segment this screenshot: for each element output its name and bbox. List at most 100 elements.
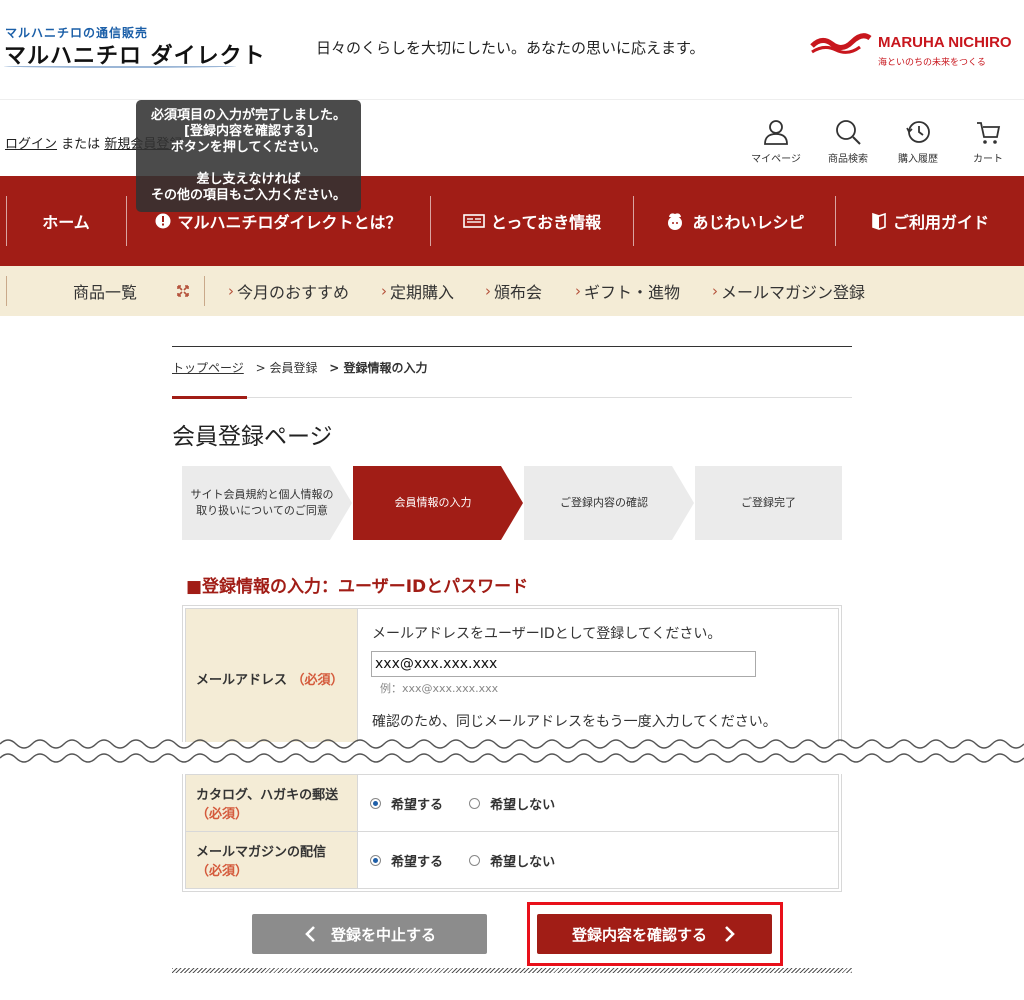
- radio-label: 希望しない: [490, 854, 556, 870]
- email-label: メールアドレス: [196, 673, 288, 688]
- nav-recipes-label: あじわいレシピ: [692, 213, 805, 232]
- catalog-yes-radio[interactable]: 希望する: [370, 794, 443, 813]
- step-text: ご登録完了: [741, 496, 796, 509]
- breadcrumb-rule: [172, 397, 852, 398]
- subnav-divider: [204, 276, 205, 306]
- subnav-products-label: 商品一覧: [73, 283, 138, 302]
- cancel-registration-button[interactable]: 登録を中止する: [252, 914, 487, 954]
- or-text: または: [61, 137, 101, 152]
- search-button[interactable]: 商品検索: [818, 118, 878, 165]
- tooltip-line: 必須項目の入力が完了しました。: [150, 108, 346, 123]
- breadcrumb: トップページ > 会員登録 > 登録情報の入力: [172, 359, 428, 376]
- mailmag-label: メールマガジンの配信: [196, 845, 327, 860]
- exclamation-icon: [155, 213, 171, 229]
- nav-home[interactable]: ホーム: [6, 176, 126, 266]
- mailmag-row: メールマガジンの配信 （必須） 希望する 希望しない: [185, 831, 839, 889]
- breadcrumb-current: > 登録情報の入力: [329, 361, 428, 375]
- subnav-divider: [6, 276, 7, 306]
- newspaper-icon: [463, 214, 485, 228]
- subnav-gift[interactable]: › ギフト・進物: [575, 266, 680, 316]
- catalog-options: 希望する 希望しない: [357, 774, 839, 832]
- chevron-right-icon: ›: [712, 282, 718, 300]
- chevron-right-icon: ›: [228, 282, 234, 300]
- site-header: マルハニチロの通信販売 マルハニチロ ダイレクト 日々のくらしを大切にしたい。あ…: [0, 0, 1024, 100]
- section-heading: ■登録情報の入力：ユーザーIDとパスワード: [186, 577, 529, 597]
- page-title: 会員登録ページ: [172, 424, 333, 450]
- subnav-monthly[interactable]: › 今月のおすすめ: [228, 266, 349, 316]
- expand-icon[interactable]: [176, 266, 190, 316]
- cart-icon: [977, 122, 1001, 144]
- step-text: 取り扱いについてのご同意: [196, 504, 328, 517]
- catalog-no-radio[interactable]: 希望しない: [469, 794, 555, 813]
- chevron-right-icon: ›: [575, 282, 581, 300]
- history-button[interactable]: 購入履歴: [888, 118, 948, 165]
- footer-rule: [172, 968, 852, 973]
- search-label: 商品検索: [828, 154, 868, 165]
- catalog-row: カタログ、ハガキの郵送 （必須） 希望する 希望しない: [185, 774, 839, 832]
- confirm-registration-button[interactable]: 登録内容を確認する: [537, 914, 772, 954]
- tooltip-line: ボタンを押してください。: [170, 140, 327, 155]
- mailmag-label-cell: メールマガジンの配信 （必須）: [185, 831, 358, 889]
- chevron-left-icon: [305, 926, 315, 942]
- tooltip-spacer: [136, 156, 361, 172]
- content-top-rule: [172, 346, 852, 347]
- email-input[interactable]: [371, 651, 756, 677]
- subnav-newsletter[interactable]: › メールマガジン登録: [712, 266, 865, 316]
- breadcrumb-top-link[interactable]: トップページ: [172, 361, 244, 375]
- mailmag-yes-radio[interactable]: 希望する: [370, 851, 443, 870]
- required-badge: （必須）: [196, 807, 249, 822]
- step-agreement: サイト会員規約と個人情報の 取り扱いについてのご同意: [182, 466, 342, 540]
- brand-slogan: 海といのちの未来をつくる: [878, 58, 986, 68]
- login-link[interactable]: ログイン: [5, 137, 57, 152]
- catalog-label-cell: カタログ、ハガキの郵送 （必須）: [185, 774, 358, 832]
- mailmag-no-radio[interactable]: 希望しない: [469, 851, 555, 870]
- cancel-label: 登録を中止する: [330, 925, 436, 944]
- nav-recipes[interactable]: あじわいレシピ: [634, 176, 835, 266]
- nav-guide[interactable]: ご利用ガイド: [836, 176, 1024, 266]
- person-icon: [764, 120, 788, 145]
- nav-special-info[interactable]: とっておき情報: [431, 176, 633, 266]
- tooltip-line: その他の項目もご入力ください。: [150, 188, 346, 203]
- subnav-distribution[interactable]: › 頒布会: [485, 266, 542, 316]
- radio-checked-icon: [370, 797, 381, 809]
- radio-label: 希望する: [391, 797, 444, 813]
- breadcrumb-member: > 会員登録: [255, 361, 318, 375]
- chef-icon: [668, 213, 683, 230]
- subnav-monthly-label: 今月のおすすめ: [237, 283, 350, 302]
- step-confirm: ご登録内容の確認: [524, 466, 684, 540]
- nav-special-info-label: とっておき情報: [490, 213, 602, 232]
- site-tagline: 日々のくらしを大切にしたい。あなたの思いに応えます。: [316, 39, 705, 57]
- step-input-active: 会員情報の入力: [353, 466, 513, 540]
- wave-logo-icon: [810, 33, 872, 54]
- radio-label: 希望しない: [490, 797, 556, 813]
- cart-button[interactable]: カート: [958, 118, 1018, 165]
- logo-swoosh: [4, 64, 236, 68]
- cart-label: カート: [973, 154, 1003, 165]
- chevron-right-icon: [725, 926, 735, 942]
- search-icon: [836, 120, 861, 145]
- subnav-distribution-label: 頒布会: [494, 283, 543, 302]
- catalog-label: カタログ、ハガキの郵送: [196, 788, 339, 803]
- subnav-products[interactable]: 商品一覧: [73, 266, 137, 316]
- book-icon: [872, 212, 886, 230]
- mypage-button[interactable]: マイページ: [746, 118, 806, 165]
- history-icon: [906, 121, 930, 143]
- radio-checked-icon: [370, 854, 381, 866]
- required-badge: （必須）: [196, 864, 249, 879]
- chevron-right-icon: ›: [485, 282, 491, 300]
- nav-guide-label: ご利用ガイド: [892, 213, 989, 232]
- mailmag-options: 希望する 希望しない: [357, 831, 839, 889]
- sub-navigation: 商品一覧 › 今月のおすすめ › 定期購入 › 頒布会 › ギフト・進物 › メ…: [0, 266, 1024, 316]
- confirm-label: 登録内容を確認する: [571, 925, 707, 944]
- tooltip-line: 差し支えなければ: [196, 172, 301, 187]
- chevron-right-icon: ›: [381, 282, 387, 300]
- email-instruction: メールアドレスをユーザーIDとして登録してください。: [372, 626, 722, 642]
- mypage-label: マイページ: [751, 154, 801, 165]
- validation-tooltip: 必須項目の入力が完了しました。 [登録内容を確認する] ボタンを押してください。…: [136, 100, 361, 212]
- nav-home-label: ホーム: [42, 213, 90, 232]
- history-label: 購入履歴: [898, 154, 938, 165]
- step-text: サイト会員規約と個人情報の: [190, 488, 334, 501]
- subnav-subscription[interactable]: › 定期購入: [381, 266, 454, 316]
- nav-about-label: マルハニチロダイレクトとは？: [177, 213, 402, 232]
- subnav-subscription-label: 定期購入: [390, 283, 455, 302]
